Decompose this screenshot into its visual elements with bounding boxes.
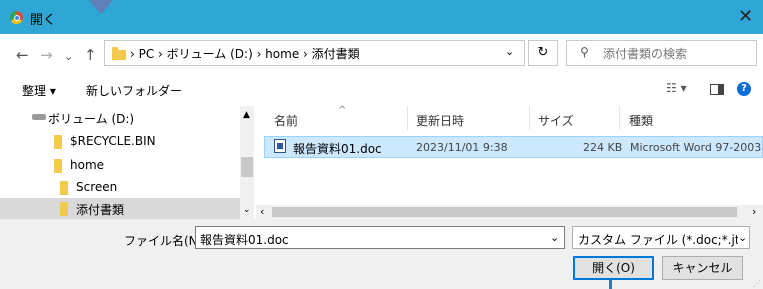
preview-pane-icon[interactable] bbox=[710, 84, 724, 95]
sort-ascending-icon: ^ bbox=[338, 105, 347, 116]
drive-icon bbox=[32, 114, 46, 120]
forward-arrow-icon[interactable]: → bbox=[40, 46, 53, 64]
chrome-icon bbox=[10, 11, 23, 24]
cancel-button[interactable]: キャンセル bbox=[662, 256, 743, 280]
list-scroll-thumb[interactable] bbox=[272, 207, 737, 217]
column-size[interactable]: サイズ bbox=[538, 112, 574, 129]
new-folder-button[interactable]: 新しいフォルダー bbox=[86, 82, 182, 99]
tree-item-recycle-bin[interactable]: $RECYCLE.BIN bbox=[70, 134, 156, 148]
file-type: Microsoft Word 97-2003... bbox=[630, 141, 761, 154]
folder-icon bbox=[54, 135, 62, 149]
scroll-down-icon[interactable]: ⌄ bbox=[243, 205, 251, 215]
file-name[interactable]: 報告資料01.doc bbox=[293, 140, 382, 157]
help-icon[interactable]: ? bbox=[737, 82, 751, 96]
file-size: 224 KB bbox=[583, 141, 623, 154]
close-icon[interactable]: ✕ bbox=[738, 6, 753, 27]
organize-menu[interactable]: 整理 ▾ bbox=[22, 82, 56, 99]
recent-dropdown-icon[interactable]: ⌄ bbox=[64, 50, 73, 63]
column-type[interactable]: 種類 bbox=[629, 112, 653, 129]
column-name[interactable]: 名前 bbox=[274, 112, 298, 129]
filename-dropdown-icon[interactable]: ⌄ bbox=[550, 231, 559, 244]
folder-icon bbox=[112, 47, 126, 60]
filename-value[interactable]: 報告資料01.doc bbox=[200, 231, 289, 248]
search-icon: ⚲ bbox=[580, 45, 589, 59]
pointer-line bbox=[609, 280, 612, 289]
column-divider[interactable] bbox=[407, 106, 408, 130]
pointer-arrow-icon bbox=[89, 0, 113, 14]
folder-icon bbox=[60, 202, 68, 216]
column-divider[interactable] bbox=[529, 106, 530, 130]
filter-dropdown-icon[interactable]: ⌄ bbox=[738, 231, 747, 244]
address-dropdown-icon[interactable]: ⌄ bbox=[505, 45, 514, 58]
tree-item-home[interactable]: home bbox=[70, 158, 104, 172]
address-path[interactable]: › PC › ボリューム (D:) › home › 添付書類 bbox=[130, 45, 360, 62]
scroll-up-icon[interactable]: ▲ bbox=[243, 110, 250, 120]
view-options-icon[interactable]: ☷ ▾ bbox=[666, 81, 687, 95]
window-title: 開く bbox=[30, 13, 57, 28]
file-date: 2023/11/01 9:38 bbox=[416, 141, 508, 154]
tree-item-attachments[interactable]: 添付書類 bbox=[76, 201, 124, 218]
scroll-right-icon[interactable]: › bbox=[752, 205, 756, 218]
resize-grip-icon[interactable]: ⋰ bbox=[753, 279, 761, 288]
title-bar bbox=[0, 0, 763, 34]
tree-item-screen[interactable]: Screen bbox=[76, 180, 117, 194]
open-button[interactable]: 開く(O) bbox=[573, 256, 654, 280]
column-divider[interactable] bbox=[619, 106, 620, 130]
search-placeholder: 添付書類の検索 bbox=[603, 47, 688, 61]
tree-item-volume[interactable]: ボリューム (D:) bbox=[48, 110, 134, 127]
file-type-filter-value[interactable]: カスタム ファイル (*.doc;*.jtd;*.pdf; bbox=[578, 231, 738, 248]
back-arrow-icon[interactable]: ← bbox=[16, 46, 29, 64]
tree-scroll-thumb[interactable] bbox=[241, 157, 253, 177]
word-document-icon bbox=[274, 139, 286, 153]
up-arrow-icon[interactable]: ↑ bbox=[84, 46, 97, 64]
scroll-left-icon[interactable]: ‹ bbox=[260, 205, 264, 218]
column-date[interactable]: 更新日時 bbox=[416, 112, 464, 129]
refresh-icon[interactable]: ↻ bbox=[528, 40, 558, 66]
folder-icon bbox=[60, 181, 68, 195]
folder-icon bbox=[54, 159, 62, 173]
